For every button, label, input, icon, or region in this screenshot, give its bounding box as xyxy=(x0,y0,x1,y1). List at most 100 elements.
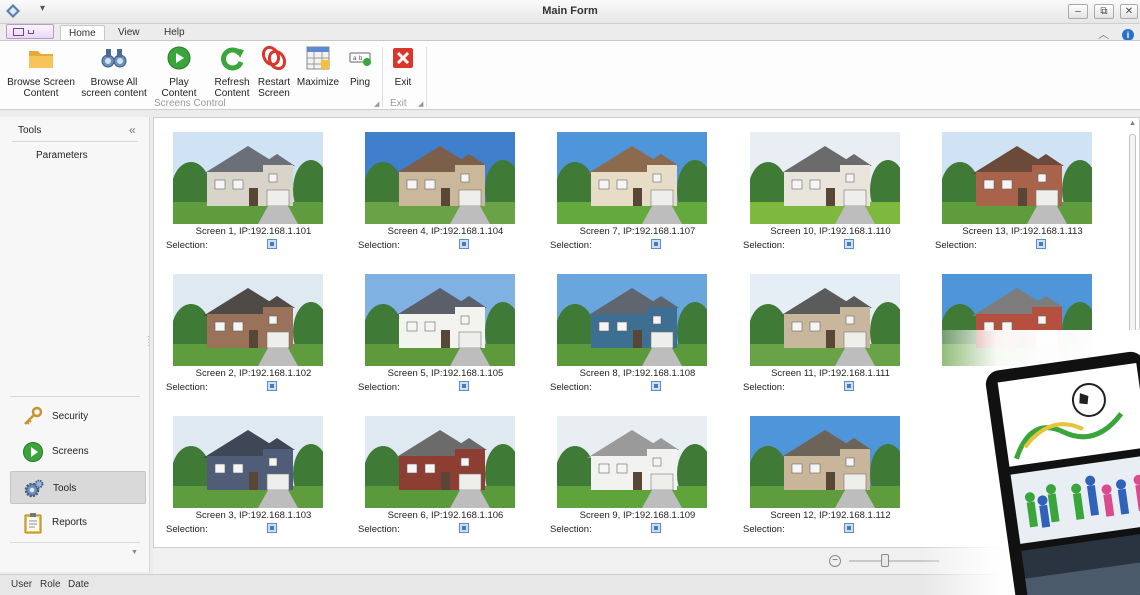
screen-thumbnail[interactable] xyxy=(365,132,515,224)
screen-thumbnail[interactable] xyxy=(750,132,900,224)
nav-screens[interactable]: Screens xyxy=(10,435,146,468)
selection-checkbox[interactable] xyxy=(267,381,277,391)
selection-label: Selection: xyxy=(166,524,208,535)
screen-thumbnail[interactable] xyxy=(557,274,707,366)
selection-checkbox[interactable] xyxy=(651,381,661,391)
vertical-scrollbar[interactable]: ▲ xyxy=(1128,120,1137,545)
ribbon-tab-row: Home View Help ︿ i xyxy=(0,24,1140,41)
zoom-out-button[interactable]: − xyxy=(829,555,841,567)
collapse-sidebar-icon[interactable]: « xyxy=(129,123,136,137)
sidebar-title: Tools xyxy=(18,125,42,136)
screen-label: Screen 4, IP:192.168.1.104 xyxy=(387,226,504,237)
group-launcher-icon[interactable]: ◢ xyxy=(418,100,423,108)
screen-thumbnail[interactable] xyxy=(942,274,1092,366)
tab-view[interactable]: View xyxy=(110,25,148,41)
exit-button[interactable]: Exit xyxy=(386,45,420,88)
screen-tile[interactable]: Screen 1, IP:192.168.1.101 Selection: xyxy=(166,132,341,260)
selection-label: Selection: xyxy=(166,240,208,251)
selection-checkbox[interactable] xyxy=(844,523,854,533)
restart-icon xyxy=(261,45,287,71)
refresh-icon xyxy=(221,47,244,71)
close-button[interactable]: ✕ xyxy=(1120,4,1138,19)
tab-home[interactable]: Home xyxy=(60,25,105,41)
minimize-button[interactable]: – xyxy=(1068,4,1088,19)
screen-tile[interactable]: Screen 5, IP:192.168.1.105 Selection: xyxy=(358,274,533,402)
screen-tile[interactable]: Screen 13, IP:192.168.1.113 Selection: xyxy=(935,132,1110,260)
play-content-button[interactable]: Play Content xyxy=(151,45,207,99)
screen-thumbnail[interactable] xyxy=(365,274,515,366)
restore-button[interactable]: ⧉ xyxy=(1094,4,1114,19)
application-menu-button[interactable] xyxy=(6,24,54,39)
zoom-slider-track[interactable] xyxy=(849,560,939,562)
screen-thumbnail[interactable] xyxy=(557,416,707,508)
maximize-button[interactable]: Maximize xyxy=(296,45,340,88)
screen-thumbnail[interactable] xyxy=(173,274,323,366)
nav-security[interactable]: Security xyxy=(10,400,146,433)
screen-tile[interactable]: Screen 8, IP:192.168.1.108 Selection: xyxy=(550,274,725,402)
screen-tile[interactable]: Screen 3, IP:192.168.1.103 Selection: xyxy=(166,416,341,544)
tab-help[interactable]: Help xyxy=(156,25,193,41)
status-role: Role xyxy=(40,579,61,590)
exit-icon xyxy=(393,48,413,68)
selection-checkbox[interactable] xyxy=(651,523,661,533)
screen-tile[interactable]: Screen 9, IP:192.168.1.109 Selection: xyxy=(550,416,725,544)
selection-checkbox[interactable] xyxy=(459,239,469,249)
browse-all-screen-content-label: Browse All screen content xyxy=(81,77,147,99)
screen-thumbnail[interactable] xyxy=(750,416,900,508)
group-exit-label: Exit xyxy=(390,98,407,109)
screen-tile[interactable]: Screen 4, IP:192.168.1.104 Selection: xyxy=(358,132,533,260)
refresh-content-button[interactable]: Refresh Content xyxy=(212,45,252,99)
selection-checkbox[interactable] xyxy=(267,239,277,249)
selection-label: Selection: xyxy=(166,382,208,393)
restart-screen-button[interactable]: Restart Screen xyxy=(255,45,293,99)
zoom-slider-thumb[interactable] xyxy=(881,554,889,567)
screen-label: Screen 7, IP:192.168.1.107 xyxy=(579,226,696,237)
ping-button[interactable]: a b Ping xyxy=(343,45,377,88)
sidebar-item-parameters[interactable]: Parameters xyxy=(36,150,88,161)
screen-tile[interactable]: Screen 6, IP:192.168.1.106 Selection: xyxy=(358,416,533,544)
selection-label: Selection: xyxy=(358,382,400,393)
screen-label: Screen 2, IP:192.168.1.102 xyxy=(195,368,312,379)
gears-icon xyxy=(24,479,44,498)
scroll-up-icon[interactable]: ▲ xyxy=(1128,120,1137,127)
scrollbar-thumb[interactable] xyxy=(1129,134,1136,544)
more-nav-items-icon[interactable]: ▼ xyxy=(131,549,138,556)
window-title: Main Form xyxy=(542,5,598,17)
selection-checkbox[interactable] xyxy=(1036,239,1046,249)
nav-reports[interactable]: Reports xyxy=(10,506,146,539)
selection-checkbox[interactable] xyxy=(267,523,277,533)
status-bar: User Role Date xyxy=(0,574,1140,595)
group-launcher-icon[interactable]: ◢ xyxy=(374,100,379,108)
zoom-bar: − xyxy=(153,548,1140,574)
browse-screen-content-button[interactable]: Browse Screen Content xyxy=(6,45,76,99)
nav-security-label: Security xyxy=(52,411,89,422)
screen-tile[interactable]: Screen 11, IP:192.168.1.111 Selection: xyxy=(743,274,918,402)
screen-tile[interactable]: Screen 12, IP:192.168.1.112 Selection: xyxy=(743,416,918,544)
restart-screen-label: Restart Screen xyxy=(257,77,291,99)
status-user: User xyxy=(11,579,33,590)
selection-checkbox[interactable] xyxy=(459,381,469,391)
screen-tile[interactable]: Screen 7, IP:192.168.1.107 Selection: xyxy=(550,132,725,260)
selection-checkbox[interactable] xyxy=(459,523,469,533)
screen-thumbnail[interactable] xyxy=(942,132,1092,224)
screen-thumbnail[interactable] xyxy=(173,416,323,508)
browse-all-screen-content-button[interactable]: Browse All screen content xyxy=(78,45,150,99)
screen-tile[interactable]: Screen 2, IP:192.168.1.102 Selection: xyxy=(166,274,341,402)
nav-tools-label: Tools xyxy=(53,483,77,494)
screen-tile[interactable] xyxy=(935,274,1110,402)
binoculars-icon xyxy=(101,49,127,68)
play-circle-icon xyxy=(23,442,43,462)
selection-label: Selection: xyxy=(358,240,400,251)
screen-tile[interactable]: Screen 10, IP:192.168.1.110 Selection: xyxy=(743,132,918,260)
splitter-handle[interactable]: · · · · xyxy=(147,333,150,350)
selection-checkbox[interactable] xyxy=(844,381,854,391)
screen-label: Screen 12, IP:192.168.1.112 xyxy=(770,510,891,521)
nav-tools[interactable]: Tools xyxy=(10,471,146,504)
screen-thumbnail[interactable] xyxy=(365,416,515,508)
selection-checkbox[interactable] xyxy=(844,239,854,249)
screen-thumbnail[interactable] xyxy=(750,274,900,366)
screen-thumbnail[interactable] xyxy=(557,132,707,224)
selection-checkbox[interactable] xyxy=(651,239,661,249)
screen-thumbnail[interactable] xyxy=(173,132,323,224)
refresh-content-label: Refresh Content xyxy=(214,77,250,99)
